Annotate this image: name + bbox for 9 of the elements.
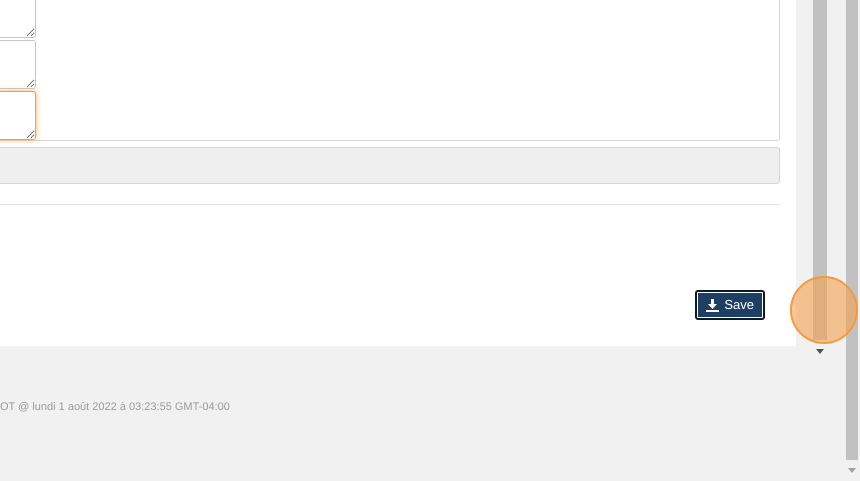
save-button[interactable]: Save bbox=[695, 290, 765, 320]
text-area[interactable] bbox=[0, 40, 36, 89]
footer-text: OT @ lundi 1 août 2022 à 03:23:55 GMT-04:00 bbox=[0, 401, 230, 413]
text-area[interactable] bbox=[0, 90, 36, 140]
scrollbar-thumb[interactable] bbox=[813, 0, 827, 340]
text-area[interactable] bbox=[0, 0, 36, 38]
scroll-down-arrow-icon[interactable] bbox=[816, 349, 824, 354]
scrollbar-thumb[interactable] bbox=[846, 0, 858, 460]
download-icon bbox=[706, 298, 720, 312]
